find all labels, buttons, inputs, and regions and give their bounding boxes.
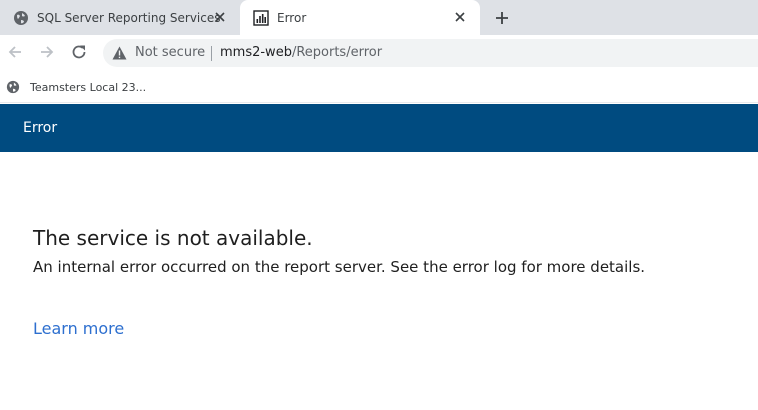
- error-content: The service is not available. An interna…: [33, 224, 753, 278]
- tab-title: Error: [277, 11, 307, 25]
- globe-icon: [14, 11, 28, 25]
- reload-icon[interactable]: [70, 43, 88, 61]
- tab-title: SQL Server Reporting Services: [37, 11, 221, 25]
- back-arrow-icon[interactable]: [6, 43, 24, 61]
- bookmark-label: Teamsters Local 23...: [30, 80, 147, 94]
- tab-strip: SQL Server Reporting Services Error: [0, 0, 758, 35]
- bookmark-teamsters[interactable]: Teamsters Local 23...: [6, 77, 146, 97]
- close-icon[interactable]: [452, 9, 468, 25]
- tab-sql-server-reporting-services[interactable]: SQL Server Reporting Services: [0, 0, 240, 35]
- learn-more-link[interactable]: Learn more: [33, 318, 124, 340]
- page-header: Error: [0, 104, 758, 152]
- error-message: An internal error occurred on the report…: [33, 258, 646, 276]
- address-bar[interactable]: Not secure mms2-web/Reports/error: [103, 39, 758, 67]
- tab-error[interactable]: Error: [240, 0, 480, 35]
- report-chart-icon: [253, 10, 269, 26]
- close-icon[interactable]: [212, 9, 228, 25]
- page-header-title: Error: [23, 120, 58, 136]
- plus-icon[interactable]: [493, 9, 511, 27]
- url-path: /Reports/error: [291, 45, 383, 60]
- warning-icon[interactable]: [112, 46, 127, 60]
- error-heading: The service is not available.: [33, 226, 313, 250]
- omnibox-divider: [211, 46, 212, 61]
- security-label[interactable]: Not secure: [135, 45, 205, 61]
- bookmarks-bar: Teamsters Local 23...: [0, 71, 758, 103]
- globe-icon: [6, 80, 20, 94]
- browser-toolbar: Not secure mms2-web/Reports/error: [0, 35, 758, 71]
- url-host: mms2-web: [220, 45, 292, 60]
- url-text[interactable]: mms2-web/Reports/error: [220, 45, 382, 61]
- forward-arrow-icon[interactable]: [38, 43, 56, 61]
